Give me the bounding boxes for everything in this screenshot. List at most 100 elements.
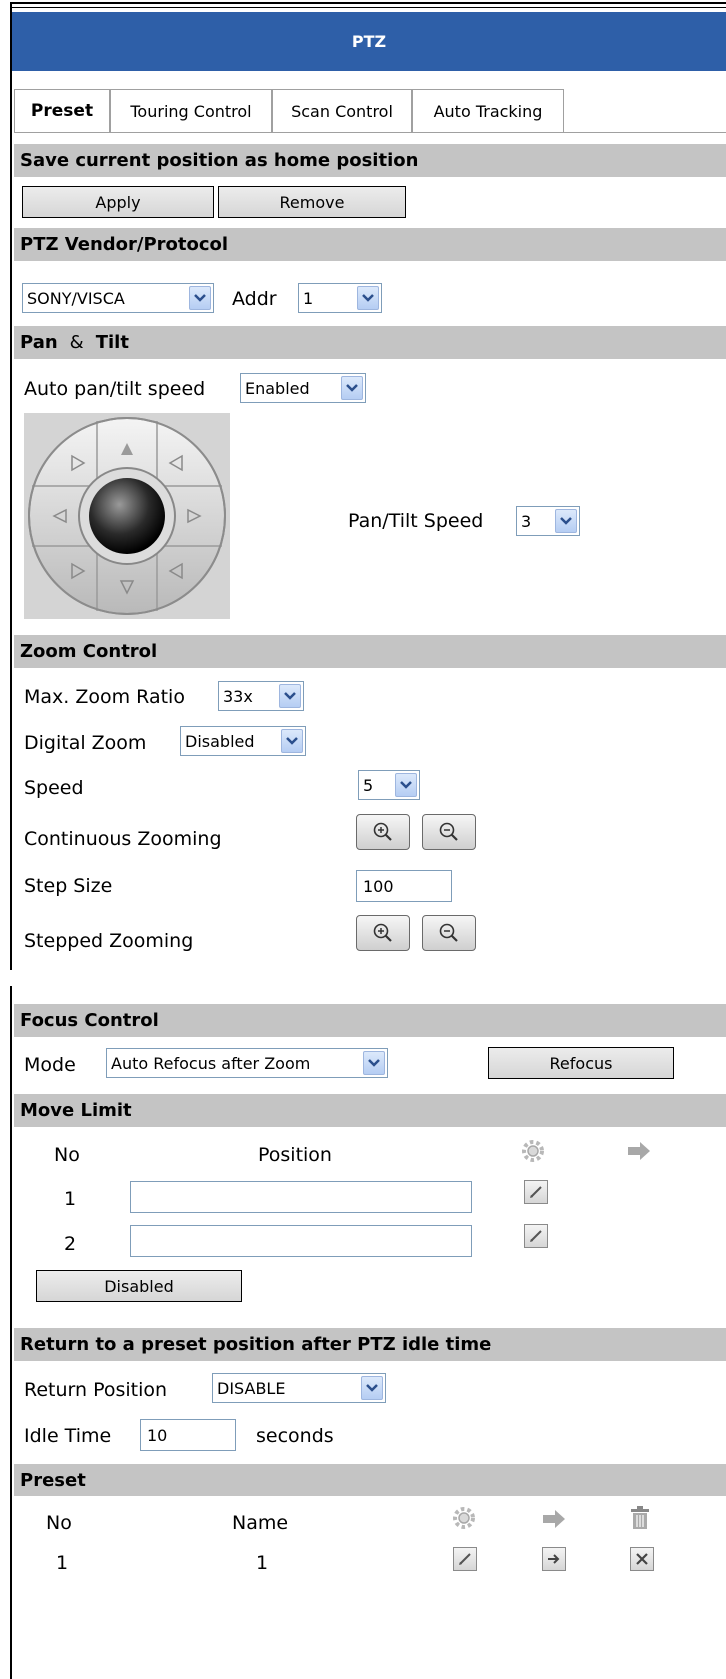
- apply-button[interactable]: Apply: [22, 186, 214, 218]
- zoom-speed-value: 5: [363, 775, 374, 795]
- tab-touring-control[interactable]: Touring Control: [110, 89, 272, 133]
- move-limit-row-2-no: 2: [64, 1233, 77, 1255]
- arrow-right-icon: [626, 1140, 652, 1167]
- preset-row-1-edit[interactable]: [453, 1547, 477, 1571]
- focus-mode-select[interactable]: Auto Refocus after Zoom: [106, 1048, 388, 1078]
- max-zoom-ratio-label: Max. Zoom Ratio: [24, 686, 185, 708]
- section-focus-control: Focus Control: [14, 1004, 726, 1037]
- preset-col-name: Name: [232, 1512, 289, 1534]
- zoom-in-icon: [373, 822, 392, 841]
- pan-title: Pan: [20, 332, 58, 353]
- pan-tilt-speed-value: 3: [521, 511, 532, 531]
- goto-arrow-icon: [548, 1554, 560, 1564]
- auto-speed-select[interactable]: Enabled: [240, 373, 366, 403]
- section-pan-tilt: Pan & Tilt: [14, 326, 726, 359]
- chevron-down-icon: [189, 286, 211, 310]
- chevron-down-icon: [555, 509, 577, 533]
- max-zoom-ratio-select[interactable]: 33x: [218, 681, 304, 711]
- left-border-lower: [10, 986, 12, 1679]
- gear-icon: [520, 1138, 546, 1169]
- move-limit-row-2-edit[interactable]: [524, 1224, 548, 1248]
- section-vendor-protocol: PTZ Vendor/Protocol: [14, 228, 726, 261]
- auto-speed-label: Auto pan/tilt speed: [24, 378, 206, 400]
- move-limit-row-1-position[interactable]: [130, 1181, 472, 1213]
- section-home-position: Save current position as home position: [14, 144, 726, 177]
- idle-time-label: Idle Time: [24, 1425, 112, 1447]
- chevron-down-icon: [341, 376, 363, 400]
- preset-row-1-no: 1: [56, 1552, 69, 1574]
- top-border-inner: [10, 7, 726, 8]
- max-zoom-ratio-value: 33x: [223, 686, 253, 706]
- zoom-out-icon: [439, 923, 458, 942]
- preset-row-1-goto[interactable]: [542, 1547, 566, 1571]
- step-size-label: Step Size: [24, 875, 113, 897]
- chevron-down-icon: [361, 1376, 383, 1400]
- tab-auto-tracking[interactable]: Auto Tracking: [412, 89, 564, 133]
- edit-icon: [530, 1230, 542, 1242]
- protocol-select-value: SONY/VISCA: [27, 288, 125, 308]
- move-limit-disabled-button[interactable]: Disabled: [36, 1270, 242, 1302]
- section-return-preset: Return to a preset position after PTZ id…: [14, 1328, 726, 1361]
- pan-tilt-speed-label: Pan/Tilt Speed: [348, 510, 484, 532]
- pan-tilt-amp: &: [69, 332, 84, 353]
- return-position-select[interactable]: DISABLE: [212, 1373, 386, 1403]
- move-limit-row-1-edit[interactable]: [524, 1180, 548, 1204]
- stepped-zoom-out-button[interactable]: [422, 915, 476, 951]
- zoom-speed-label: Speed: [24, 777, 84, 799]
- return-position-label: Return Position: [24, 1379, 168, 1401]
- tab-scan-control[interactable]: Scan Control: [272, 89, 412, 133]
- addr-select-value: 1: [303, 288, 314, 308]
- stepped-zooming-label: Stepped Zooming: [24, 930, 194, 952]
- focus-mode-value: Auto Refocus after Zoom: [111, 1053, 311, 1073]
- preset-col-no: No: [46, 1512, 72, 1534]
- gear-icon: [451, 1505, 477, 1536]
- edit-icon: [530, 1186, 542, 1198]
- tab-preset[interactable]: Preset: [14, 89, 110, 133]
- addr-label: Addr: [232, 288, 277, 310]
- idle-time-input[interactable]: 10: [140, 1419, 236, 1451]
- top-border: [10, 2, 726, 4]
- step-size-input[interactable]: 100: [356, 870, 452, 902]
- left-border-upper: [10, 2, 12, 970]
- addr-select[interactable]: 1: [298, 283, 382, 313]
- trash-icon: [628, 1505, 652, 1536]
- move-limit-row-1-no: 1: [64, 1188, 77, 1210]
- refocus-button[interactable]: Refocus: [488, 1047, 674, 1079]
- continuous-zooming-label: Continuous Zooming: [24, 828, 222, 850]
- move-limit-col-position: Position: [258, 1144, 332, 1166]
- move-limit-row-2-position[interactable]: [130, 1225, 472, 1257]
- chevron-down-icon: [357, 286, 379, 310]
- digital-zoom-label: Digital Zoom: [24, 732, 147, 754]
- delete-x-icon: [636, 1553, 648, 1565]
- page-title: PTZ: [12, 12, 726, 71]
- edit-icon: [459, 1553, 471, 1565]
- tilt-title: Tilt: [95, 332, 129, 353]
- chevron-down-icon: [281, 729, 303, 753]
- preset-row-1-name: 1: [256, 1552, 269, 1574]
- section-zoom-control: Zoom Control: [14, 635, 726, 668]
- arrow-right-icon: [541, 1508, 567, 1535]
- chevron-down-icon: [279, 684, 301, 708]
- protocol-select[interactable]: SONY/VISCA: [22, 283, 214, 313]
- zoom-speed-select[interactable]: 5: [358, 770, 420, 800]
- digital-zoom-select[interactable]: Disabled: [180, 726, 306, 756]
- preset-row-1-delete[interactable]: [630, 1547, 654, 1571]
- digital-zoom-value: Disabled: [185, 731, 255, 751]
- focus-mode-label: Mode: [24, 1054, 76, 1076]
- pan-tilt-speed-select[interactable]: 3: [516, 506, 580, 536]
- zoom-out-icon: [439, 822, 458, 841]
- ptz-control-pad[interactable]: [24, 413, 230, 619]
- continuous-zoom-in-button[interactable]: [356, 814, 410, 850]
- stepped-zoom-in-button[interactable]: [356, 915, 410, 951]
- chevron-down-icon: [395, 773, 417, 797]
- chevron-down-icon: [363, 1051, 385, 1075]
- auto-speed-select-value: Enabled: [245, 378, 310, 398]
- return-position-value: DISABLE: [217, 1378, 286, 1398]
- continuous-zoom-out-button[interactable]: [422, 814, 476, 850]
- section-preset: Preset: [14, 1464, 726, 1496]
- idle-time-unit: seconds: [256, 1425, 334, 1447]
- section-move-limit: Move Limit: [14, 1094, 726, 1127]
- tab-bar-line: [564, 132, 726, 133]
- remove-button[interactable]: Remove: [218, 186, 406, 218]
- move-limit-col-no: No: [54, 1144, 80, 1166]
